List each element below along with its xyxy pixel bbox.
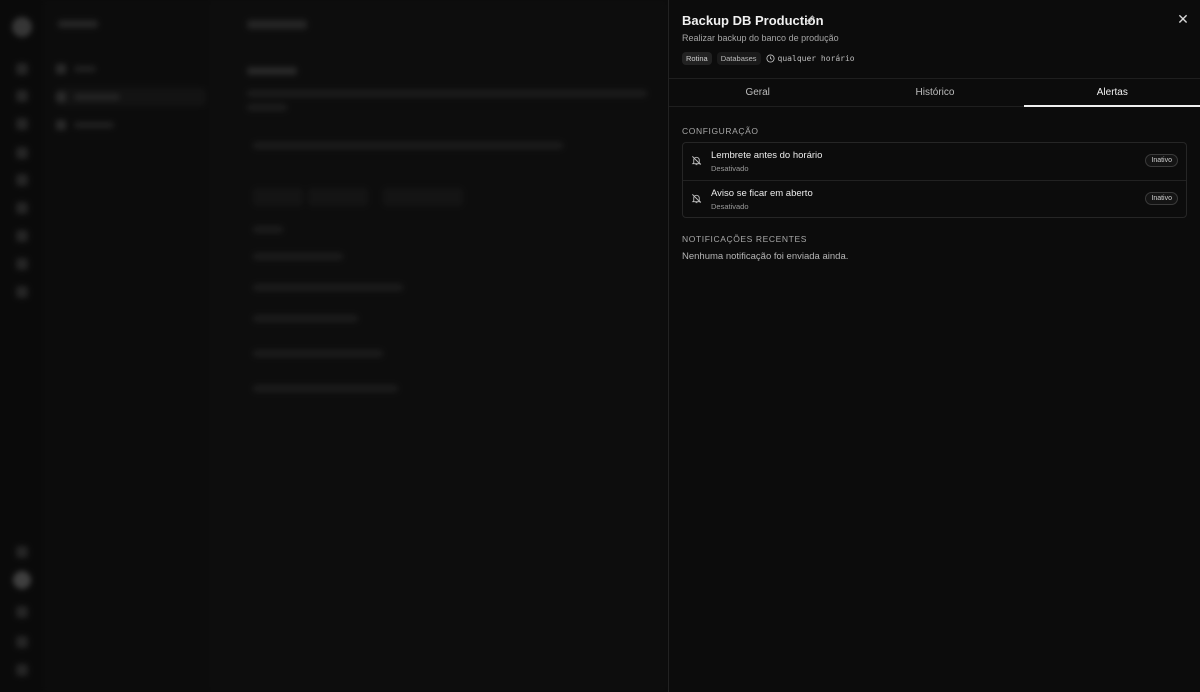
avatar (13, 571, 31, 589)
bell-off-icon (691, 156, 702, 166)
sidebar-item (56, 60, 206, 78)
schedule-text: qualquer horário (777, 54, 855, 63)
drawer-description: Realizar backup do banco de produção (682, 33, 839, 43)
bell-off-icon (691, 194, 702, 204)
tag-badge: Rotina (682, 52, 712, 65)
clock-icon (765, 54, 775, 63)
nav-icon (16, 174, 28, 186)
config-heading: CONFIGURAÇÃO (682, 126, 759, 136)
drawer-title: Backup DB Production (682, 13, 824, 28)
alert-status: Desativado (711, 202, 749, 211)
nav-icon (16, 202, 28, 214)
nav-icon (16, 90, 28, 102)
schedule-info: qualquer horário (765, 54, 855, 63)
page-title (247, 20, 307, 29)
sidebar-item (56, 116, 206, 134)
alerts-card: Lembrete antes do horário Desativado Ina… (682, 142, 1187, 218)
app-logo (12, 17, 32, 37)
alert-row[interactable]: Aviso se ficar em aberto Desativado Inat… (683, 180, 1186, 218)
sidebar (44, 0, 213, 692)
tab-historico[interactable]: Histórico (846, 79, 1023, 106)
status-badge: Inativo (1145, 154, 1178, 167)
status-badge: Inativo (1145, 192, 1178, 205)
text-line (253, 226, 283, 233)
filter-chip (308, 188, 368, 206)
nav-icon (16, 230, 28, 242)
tab-bar: Geral Histórico Alertas (669, 78, 1200, 107)
alert-title: Aviso se ficar em aberto (711, 188, 813, 199)
icon-rail (0, 0, 45, 692)
nav-icon (16, 147, 28, 159)
filter-chip (383, 188, 463, 206)
sidebar-title (58, 20, 98, 28)
text-line (253, 350, 383, 357)
nav-icon (16, 606, 28, 618)
text-line (253, 284, 403, 291)
alert-title: Lembrete antes do horário (711, 150, 823, 161)
drawer-tags: Rotina Databases qualquer horário (682, 52, 855, 65)
nav-icon (16, 118, 28, 130)
filter-chip (253, 188, 303, 206)
sidebar-item (56, 88, 206, 106)
detail-drawer: Backup DB Production ✕ Realizar backup d… (668, 0, 1200, 692)
nav-icon (16, 63, 28, 75)
recent-heading: NOTIFICAÇÕES RECENTES (682, 234, 808, 244)
nav-icon (16, 636, 28, 648)
close-icon[interactable]: ✕ (1175, 11, 1191, 27)
text-line (253, 315, 358, 322)
alert-row[interactable]: Lembrete antes do horário Desativado Ina… (683, 143, 1186, 180)
alert-status: Desativado (711, 164, 749, 173)
tab-geral[interactable]: Geral (669, 79, 846, 106)
tag-badge: Databases (716, 52, 761, 65)
nav-icon (16, 546, 28, 558)
text-line (247, 104, 287, 111)
text-line (247, 90, 647, 97)
text-line (253, 142, 563, 149)
section-title (247, 67, 297, 75)
main-content (213, 0, 668, 692)
nav-icon (16, 664, 28, 676)
tab-alertas[interactable]: Alertas (1023, 79, 1200, 107)
nav-icon (16, 286, 28, 298)
pencil-icon[interactable] (804, 14, 816, 26)
text-line (253, 385, 398, 392)
empty-state-text: Nenhuma notificação foi enviada ainda. (682, 251, 849, 262)
nav-icon (16, 258, 28, 270)
text-line (253, 253, 343, 260)
